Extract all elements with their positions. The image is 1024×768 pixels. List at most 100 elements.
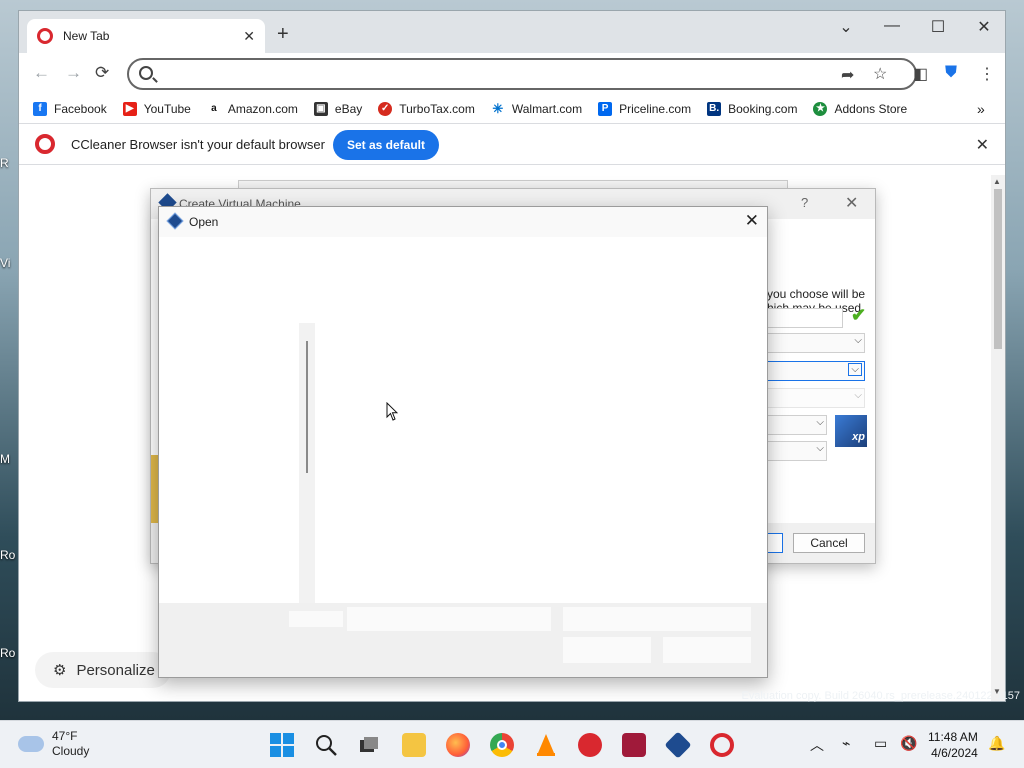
bookmark-ebay[interactable]: ▣ eBay [313, 102, 363, 116]
bookmark-priceline[interactable]: P Priceline.com [598, 102, 691, 116]
desktop-icon-label: Ro [0, 646, 16, 660]
side-panel-icon[interactable]: ◧ [913, 64, 928, 84]
open-dialog-title: Open [189, 215, 219, 229]
chrome-icon[interactable] [490, 733, 514, 757]
scrollbar-thumb[interactable] [994, 189, 1002, 349]
back-arrow-icon[interactable]: ← [33, 63, 50, 83]
clock[interactable]: 11:48 AM 4/6/2024 [928, 729, 978, 761]
network-icon[interactable]: ⌁ [842, 735, 850, 752]
tab-search-chevron-icon[interactable]: ⌄ [831, 17, 861, 37]
bookmark-label: Booking.com [728, 102, 798, 116]
sliders-icon: ⚙ [53, 662, 67, 679]
virtualbox-icon [166, 212, 184, 230]
edition-combo[interactable]: ⌵ [767, 388, 865, 408]
winrar-icon[interactable] [622, 733, 646, 757]
close-open-dialog-icon[interactable]: ✕ [745, 211, 759, 231]
firefox-icon[interactable] [446, 733, 470, 757]
navigation-pane-splitter[interactable] [299, 323, 315, 603]
weather-widget[interactable]: 47°F Cloudy [18, 729, 89, 759]
bookmark-label: Amazon.com [227, 102, 298, 116]
bookmark-label: YouTube [143, 102, 191, 116]
chevron-down-icon: ⌵ [854, 390, 862, 401]
weather-temp: 47°F [52, 729, 78, 743]
evaluation-watermark: Evaluation copy. Build 26040.rs_prerelea… [741, 690, 1020, 702]
personalize-button[interactable]: ⚙ Personalize [35, 652, 171, 688]
chevron-down-icon: ⌵ [816, 417, 824, 428]
cancel-button[interactable]: Cancel [793, 533, 865, 553]
cancel-open-button[interactable] [663, 637, 751, 663]
virtualbox-icon[interactable] [664, 731, 692, 759]
clock-date: 4/6/2024 [931, 746, 978, 760]
tab-new-tab[interactable]: New Tab ✕ [27, 19, 265, 53]
notification-bell-icon[interactable]: 🔔 [988, 735, 1005, 752]
amazon-icon: a [206, 102, 221, 116]
forward-arrow-icon[interactable]: → [65, 63, 82, 83]
security-shield-icon[interactable]: ⛊ [945, 64, 957, 82]
address-input[interactable] [159, 64, 799, 84]
bookmark-facebook[interactable]: f Facebook [33, 102, 107, 116]
taskbar: 47°F Cloudy ︿ ⌁ ▭ 🔇 11:48 AM 4/6/2024 🔔 [0, 720, 1024, 768]
name-field[interactable] [767, 308, 843, 328]
facebook-icon: f [33, 102, 47, 116]
open-button[interactable] [563, 637, 651, 663]
search-icon[interactable] [314, 733, 338, 757]
weather-text: 47°F Cloudy [52, 729, 89, 759]
windows-xp-os-icon: xp [835, 415, 867, 447]
bookmark-turbotax[interactable]: ✓ TurboTax.com [378, 102, 475, 116]
bookmark-label: Priceline.com [619, 102, 692, 116]
share-icon[interactable]: ➦ [841, 65, 854, 85]
bookmark-label: eBay [334, 102, 363, 116]
bookmark-amazon[interactable]: a Amazon.com [206, 102, 298, 116]
new-tab-button[interactable]: + [277, 23, 289, 46]
bookmarks-overflow-icon[interactable]: » [977, 101, 985, 117]
close-infobar-icon[interactable]: ✕ [976, 135, 989, 155]
task-view-icon[interactable] [358, 733, 382, 757]
close-dialog-icon[interactable]: ✕ [845, 193, 858, 213]
addons-store-icon: ★ [813, 102, 828, 116]
ccleaner-browser-icon[interactable] [710, 733, 734, 757]
file-name-label-placeholder [289, 611, 343, 627]
chevron-down-icon: ⌵ [816, 443, 824, 454]
file-explorer-icon[interactable] [402, 733, 426, 757]
device-icon[interactable]: ▭ [874, 735, 887, 752]
close-window-button[interactable]: ✕ [969, 17, 999, 37]
maximize-button[interactable]: ☐ [923, 17, 953, 37]
close-tab-icon[interactable]: ✕ [243, 28, 255, 45]
browser-toolbar: ← → ⟳ ➦ ☆ ◧ ⛊ ⋮ [19, 53, 1005, 95]
file-type-select[interactable] [563, 607, 751, 631]
ccleaner-favicon-icon [37, 28, 53, 44]
menu-kebab-icon[interactable]: ⋮ [979, 64, 995, 84]
iso-image-combo[interactable]: ⌵ [767, 361, 865, 381]
version-combo[interactable]: ⌵ [767, 441, 827, 461]
help-button[interactable]: ? [801, 195, 808, 210]
desktop-icon-label: M [0, 452, 10, 466]
minimize-button[interactable]: — [877, 17, 907, 35]
chevron-down-icon: ⌵ [854, 335, 862, 346]
show-hidden-icons-chevron-icon[interactable]: ︿ [810, 735, 824, 755]
bookmark-booking[interactable]: B. Booking.com [707, 102, 797, 116]
page-scrollbar[interactable]: ▲ ▼ [991, 175, 1005, 701]
bookmark-youtube[interactable]: ▶ YouTube [122, 102, 191, 116]
open-dialog-bottom-panel [159, 603, 767, 677]
set-as-default-button[interactable]: Set as default [333, 130, 439, 160]
volume-muted-icon[interactable]: 🔇 [900, 735, 917, 752]
scroll-up-icon[interactable]: ▲ [993, 177, 1001, 186]
default-browser-infobar: CCleaner Browser isn't your default brow… [19, 123, 1005, 165]
bookmark-star-icon[interactable]: ☆ [873, 64, 887, 84]
start-windows-icon[interactable] [270, 733, 294, 757]
type-combo[interactable]: ⌵ [767, 415, 827, 435]
ccleaner-icon[interactable] [578, 733, 602, 757]
vlc-icon[interactable] [534, 733, 558, 757]
bookmark-addons-store[interactable]: ★ Addons Store [813, 102, 907, 116]
folder-combo[interactable]: ⌵ [767, 333, 865, 353]
bookmark-label: Facebook [54, 102, 107, 116]
youtube-icon: ▶ [122, 102, 137, 116]
navigation-pane-scrollbar[interactable] [306, 341, 308, 473]
file-name-input[interactable] [347, 607, 551, 631]
address-bar[interactable]: ➦ ☆ [127, 58, 917, 90]
bookmark-label: Addons Store [834, 102, 908, 116]
tab-title: New Tab [63, 29, 110, 43]
reload-icon[interactable]: ⟳ [95, 63, 109, 83]
bookmark-walmart[interactable]: ✳ Walmart.com [490, 101, 582, 116]
walmart-icon: ✳ [490, 101, 505, 116]
